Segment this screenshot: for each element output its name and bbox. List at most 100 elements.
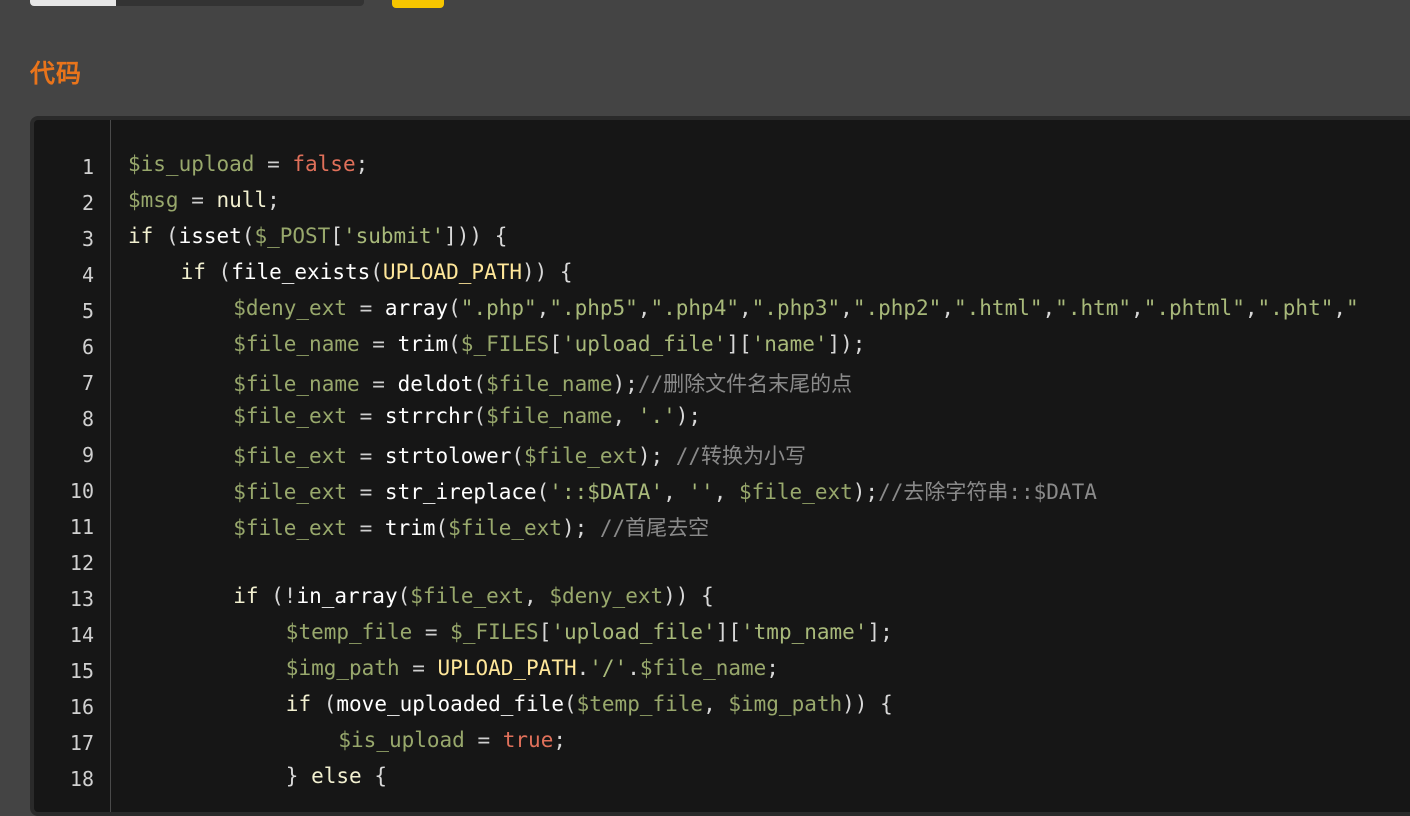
code-token: $temp_file (285, 620, 413, 644)
code-line: 1 $is_upload = false; (34, 150, 1410, 186)
code-token: ( (311, 692, 337, 716)
code-token: ( (563, 692, 577, 716)
code-token: $file_ext (233, 404, 347, 428)
code-token: ])) { (444, 224, 508, 248)
code-line: 17 $is_upload = true; (34, 726, 1410, 762)
code-token: [ (330, 224, 343, 248)
code-token: if (128, 224, 154, 248)
code-text: $is_upload = false; (128, 152, 368, 176)
line-number: 1 (81, 155, 94, 179)
code-token: )) { (842, 692, 893, 716)
code-token: ".html" (954, 296, 1043, 320)
code-text: if (file_exists(UPLOAD_PATH)) { (181, 260, 573, 284)
code-token: ]; (867, 620, 893, 644)
code-token: , (637, 296, 651, 320)
code-token: move_uploaded_file (336, 692, 564, 716)
code-token: else (311, 764, 362, 788)
code-token: $file_name (233, 332, 360, 356)
code-token: ( (448, 296, 461, 320)
upload-form (0, 0, 1410, 20)
code-token: ( (153, 224, 179, 248)
code-text: if (!in_array($file_ext, $deny_ext)) { (233, 584, 714, 608)
code-token: = (464, 728, 503, 752)
code-token: $file_ext (448, 516, 562, 540)
code-token: $deny_ext (549, 584, 664, 608)
code-line: 6 $file_name = trim($_FILES['upload_file'… (34, 330, 1410, 366)
code-token: = (254, 152, 293, 176)
code-token: '::$DATA' (549, 480, 664, 504)
code-token: , (524, 584, 550, 608)
code-token: . (627, 656, 640, 680)
line-number: 4 (81, 263, 94, 287)
code-token: if (233, 584, 259, 608)
code-token: = (359, 372, 398, 396)
code-token: ); (675, 404, 702, 428)
code-line: 16 if (move_uploaded_file($temp_file, $im… (34, 690, 1410, 726)
code-token: $is_upload (128, 152, 255, 176)
code-token: 'submit' (342, 224, 445, 248)
code-token: $file_ext (410, 584, 525, 608)
code-token: ( (241, 224, 255, 248)
code-token: UPLOAD_PATH (382, 260, 522, 284)
code-token: $file_name (486, 372, 613, 396)
code-token: ][ (726, 332, 752, 356)
code-token: , (1042, 296, 1056, 320)
code-token: '.' (637, 404, 676, 428)
code-token: = (346, 444, 385, 468)
code-token: ".phtml" (1143, 296, 1245, 320)
code-token: $file_ext (738, 480, 853, 504)
code-text: if (move_uploaded_file($temp_file, $img_… (286, 692, 893, 716)
code-token: trim (397, 332, 449, 356)
code-line: 12 (34, 546, 1410, 582)
code-token: trim (384, 516, 436, 540)
code-token: ".php3" (751, 296, 841, 320)
code-token: $file_ext (233, 444, 347, 468)
line-number: 6 (81, 335, 94, 359)
code-token: $file_name (639, 656, 767, 680)
code-token: 'name' (751, 332, 828, 356)
code-token: , (941, 296, 954, 320)
code-token: '' (688, 480, 714, 504)
choose-file-button[interactable] (30, 0, 116, 6)
code-token: = (178, 188, 217, 212)
code-text: $file_name = trim($_FILES['upload_file']… (233, 332, 865, 356)
line-number: 9 (81, 443, 94, 467)
code-line: 11 $file_ext = trim($file_ext); //首尾去空 (34, 510, 1410, 546)
code-token: 'tmp_name' (741, 620, 868, 644)
code-token: ); (561, 516, 600, 540)
code-token: )) { (522, 260, 573, 284)
code-token: ( (370, 260, 383, 284)
file-input[interactable] (30, 0, 364, 6)
code-text: $file_ext = trim($file_ext); //首尾去空 (233, 512, 709, 542)
code-token: ( (536, 480, 550, 504)
code-token: ".php" (460, 296, 537, 320)
code-token: $file_ext (233, 480, 347, 504)
code-line: 5 $deny_ext = array(".php",".php5",".php4… (34, 294, 1410, 330)
code-token: ); (637, 444, 676, 468)
code-token: ( (397, 584, 411, 608)
code-token: ; (355, 152, 369, 176)
code-token: $deny_ext (233, 296, 347, 320)
code-token: if (180, 260, 206, 284)
code-text: } else { (286, 764, 387, 788)
code-token: 'upload_file' (551, 620, 716, 644)
line-number: 8 (81, 407, 94, 431)
code-token: ( (258, 584, 284, 608)
code-text: $file_ext = str_ireplace('::$DATA', '', … (233, 476, 1097, 506)
code-text: $file_ext = strrchr($file_name, '.'); (233, 404, 701, 428)
code-block: 1 $is_upload = false; 2 $msg = null; 3 if (is… (30, 116, 1410, 816)
code-token: ".php4" (650, 296, 739, 320)
code-token: if (285, 692, 312, 716)
code-token: $img_path (728, 692, 843, 716)
code-text: $img_path = UPLOAD_PATH.'/'.$file_name; (286, 656, 779, 680)
code-token: ( (448, 332, 461, 356)
code-token: ; (553, 728, 566, 752)
code-token: = (412, 620, 451, 644)
code-token: = (346, 516, 385, 540)
line-number: 7 (81, 371, 94, 395)
code-token: //去除字符串::$DATA (878, 480, 1097, 504)
code-token: ]); (827, 332, 866, 356)
code-token: false (292, 152, 356, 176)
upload-button[interactable] (392, 0, 444, 8)
code-text: $file_ext = strtolower($file_ext); //转换为… (233, 440, 806, 470)
